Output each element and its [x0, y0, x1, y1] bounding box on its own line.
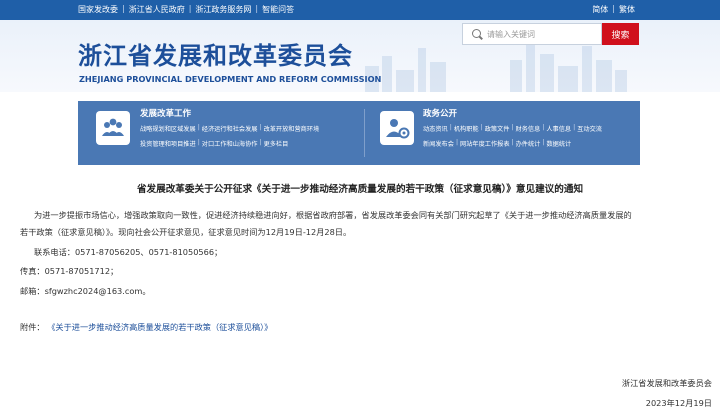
- attachment: 附件： 《关于进一步推动经济高质量发展的若干政策（征求意见稿）》: [20, 321, 272, 333]
- gear-person-icon: [380, 111, 414, 145]
- top-links: 国家发改委 | 浙江省人民政府 | 浙江政务服务网 | 智能问答: [78, 4, 294, 15]
- nav-item-more[interactable]: 更多栏目: [264, 139, 289, 148]
- nav-divider: [364, 109, 365, 157]
- contact-fax: 传真：0571-87051712；: [20, 266, 119, 276]
- contact-phone: 联系电话：0571-87056205、0571-81050566；: [34, 247, 223, 257]
- nav-item-strategy[interactable]: 战略规划和区域发展: [140, 124, 196, 133]
- nav-row: 战略规划和区域发展 | 经济运行和社会发展 | 改革开放和营商环境: [140, 124, 319, 133]
- nav-item-case-stats[interactable]: 办件统计: [516, 139, 541, 148]
- separator: |: [455, 139, 459, 146]
- language-switch: 简体 | 繁体: [592, 4, 635, 15]
- nav-item-data-stats[interactable]: 数据统计: [546, 139, 571, 148]
- nav-heading-work[interactable]: 发展改革工作: [140, 107, 191, 119]
- nav-item-finance[interactable]: 财务信息: [516, 124, 541, 133]
- top-link-ndrc[interactable]: 国家发改委: [78, 4, 118, 15]
- site-title-english: ZHEJIANG PROVINCIAL DEVELOPMENT AND REFO…: [79, 74, 382, 84]
- nav-item-reform[interactable]: 改革开放和营商环境: [264, 124, 320, 133]
- publish-date: 2023年12月19日: [645, 398, 712, 408]
- top-link-zj-service[interactable]: 浙江政务服务网: [195, 4, 251, 15]
- site-title[interactable]: 浙江省发展和改革委员会: [78, 36, 353, 71]
- separator: |: [480, 124, 483, 131]
- article-paragraph-continued: 若干政策（征求意见稿）》。现向社会公开征求意见，征求意见时间为12月19日-12…: [20, 227, 352, 237]
- search-box: [462, 23, 602, 45]
- nav-item-cooperation[interactable]: 对口工作和山海协作: [202, 139, 258, 148]
- nav-item-personnel[interactable]: 人事信息: [546, 124, 571, 133]
- nav-row: 投资管理和项目推进 | 对口工作和山海协作 | 更多栏目: [140, 139, 288, 148]
- signature: 浙江省发展和改革委员会: [621, 378, 712, 388]
- top-link-zj-gov[interactable]: 浙江省人民政府: [129, 4, 185, 15]
- nav-row: 新闻发布会 | 网站年度工作报表 | 办件统计 | 数据统计: [423, 139, 571, 148]
- top-bar: 国家发改委 | 浙江省人民政府 | 浙江政务服务网 | 智能问答 简体 | 繁体: [0, 0, 720, 20]
- separator: |: [542, 124, 545, 131]
- search-input[interactable]: [487, 27, 597, 41]
- lang-traditional[interactable]: 繁体: [619, 4, 635, 15]
- attachment-link[interactable]: 《关于进一步推动经济高质量发展的若干政策（征求意见稿）》: [47, 322, 272, 332]
- nav-heading-disclosure[interactable]: 政务公开: [423, 107, 457, 119]
- people-icon: [96, 111, 130, 145]
- separator: |: [197, 139, 200, 146]
- nav-item-economy[interactable]: 经济运行和社会发展: [202, 124, 258, 133]
- separator: |: [197, 124, 200, 131]
- separator: |: [542, 139, 545, 146]
- article-title: 省发展改革委关于公开征求《关于进一步推动经济高质量发展的若干政策（征求意见稿）》…: [136, 184, 584, 195]
- separator: |: [449, 124, 452, 131]
- separator: |: [511, 139, 514, 146]
- nav-panel: 发展改革工作 战略规划和区域发展 | 经济运行和社会发展 | 改革开放和营商环境…: [78, 101, 640, 165]
- nav-item-annual-report[interactable]: 网站年度工作报表: [460, 139, 510, 148]
- separator: |: [612, 4, 615, 13]
- top-link-qa[interactable]: 智能问答: [262, 4, 294, 15]
- search-button[interactable]: 搜索: [602, 23, 639, 45]
- nav-item-policy[interactable]: 政策文件: [485, 124, 510, 133]
- attachment-label: 附件：: [20, 322, 45, 332]
- separator: |: [259, 124, 262, 131]
- separator: |: [259, 139, 262, 146]
- nav-item-investment[interactable]: 投资管理和项目推进: [140, 139, 196, 148]
- nav-row: 动态资讯 | 机构职能 | 政策文件 | 财务信息 | 人事信息 | 互动交流: [423, 124, 602, 133]
- separator: |: [255, 4, 259, 13]
- nav-item-press[interactable]: 新闻发布会: [423, 139, 454, 148]
- nav-section-disclosure: 政务公开 动态资讯 | 机构职能 | 政策文件 | 财务信息 | 人事信息 | …: [368, 101, 640, 165]
- nav-item-functions[interactable]: 机构职能: [454, 124, 479, 133]
- nav-item-news[interactable]: 动态资讯: [423, 124, 448, 133]
- lang-simplified[interactable]: 简体: [592, 4, 608, 15]
- separator: |: [573, 124, 576, 131]
- nav-item-interaction[interactable]: 互动交流: [577, 124, 602, 133]
- separator: |: [122, 4, 125, 13]
- article-paragraph: 为进一步提振市场信心，增强政策取向一致性，促进经济持续稳进向好，根据省政府部署，…: [34, 210, 632, 220]
- search-icon: [472, 29, 481, 38]
- nav-section-work: 发展改革工作 战略规划和区域发展 | 经济运行和社会发展 | 改革开放和营商环境…: [78, 101, 361, 165]
- separator: |: [188, 4, 192, 13]
- contact-email: 邮箱：sfgwzhc2024@163.com。: [20, 286, 151, 296]
- separator: |: [511, 124, 514, 131]
